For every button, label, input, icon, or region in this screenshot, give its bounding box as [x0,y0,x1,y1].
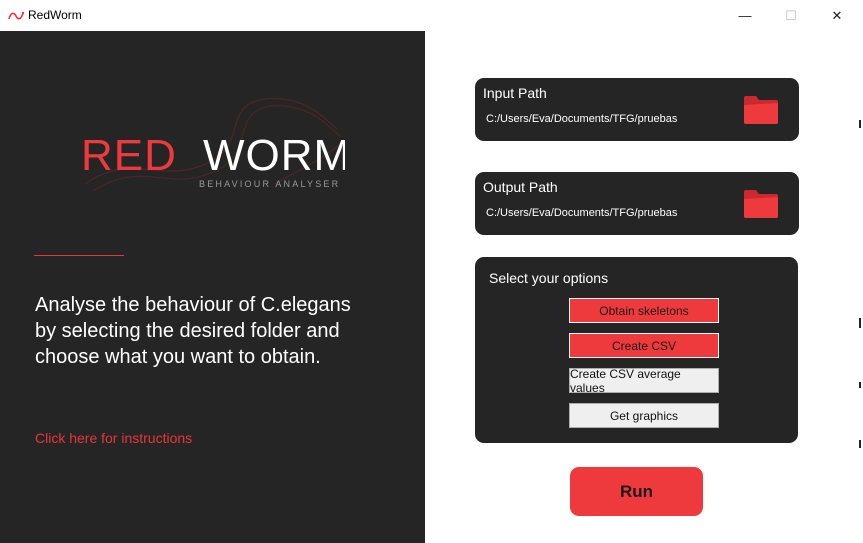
left-panel: RED WORM BEHAVIOUR ANALYSER Analyse the … [0,31,425,543]
redworm-logo: RED WORM BEHAVIOUR ANALYSER [81,97,345,192]
logo-worm-text: WORM [203,131,345,180]
close-button[interactable]: ✕ [814,0,860,31]
output-path-value[interactable]: C:/Users/Eva/Documents/TFG/pruebas [486,207,677,219]
run-button[interactable]: Run [570,467,703,516]
app-icon [8,11,24,20]
edge-artifact [859,120,861,128]
edge-artifact [859,440,861,448]
minimize-button[interactable]: — [722,0,768,31]
input-path-title: Input Path [483,85,547,101]
input-path-value[interactable]: C:/Users/Eva/Documents/TFG/pruebas [486,113,677,125]
divider-line [34,255,124,256]
right-panel: Input Path C:/Users/Eva/Documents/TFG/pr… [425,31,863,543]
maximize-button[interactable]: ☐ [768,0,814,31]
output-path-panel: Output Path C:/Users/Eva/Documents/TFG/p… [475,172,799,235]
window-title: RedWorm [28,8,82,22]
edge-artifact [859,318,861,328]
edge-artifact [859,382,861,388]
folder-icon[interactable] [742,186,780,220]
instructions-link[interactable]: Click here for instructions [35,430,192,446]
obtain-skeletons-button[interactable]: Obtain skeletons [569,298,719,323]
logo-tagline: BEHAVIOUR ANALYSER [199,179,340,189]
output-path-title: Output Path [483,179,558,195]
input-path-panel: Input Path C:/Users/Eva/Documents/TFG/pr… [475,78,799,141]
create-csv-button[interactable]: Create CSV [569,333,719,358]
options-title: Select your options [489,270,609,286]
options-panel: Select your options Obtain skeletons Cre… [475,257,798,443]
get-graphics-button[interactable]: Get graphics [569,403,719,428]
title-bar: RedWorm — ☐ ✕ [0,0,863,31]
logo-red-text: RED [81,131,177,180]
description-text: Analyse the behaviour of C.elegans by se… [35,294,351,368]
create-csv-average-button[interactable]: Create CSV average values [569,367,719,395]
folder-icon[interactable] [742,92,780,126]
